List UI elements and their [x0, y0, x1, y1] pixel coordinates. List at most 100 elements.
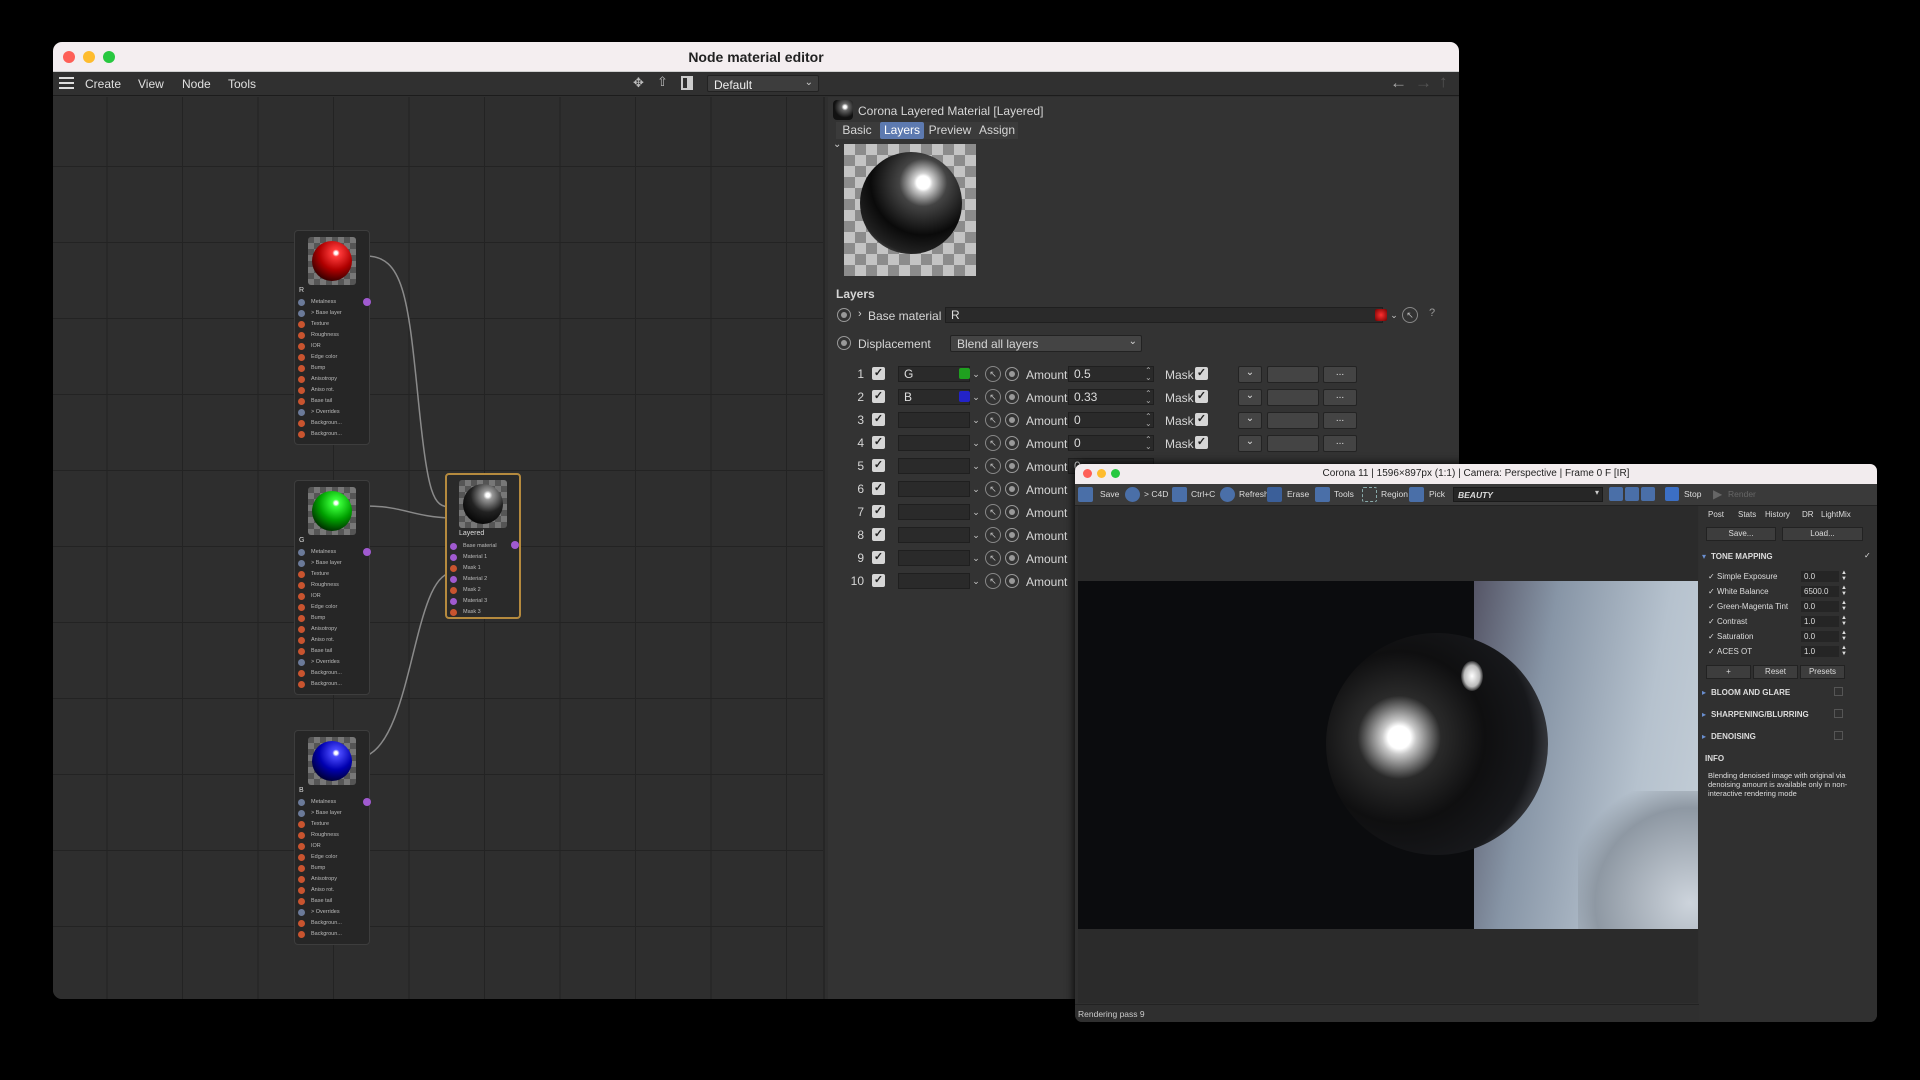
zoom-out-icon[interactable]: [1625, 487, 1639, 501]
pick-cursor-icon[interactable]: ↖: [985, 527, 1001, 543]
layer-enable-checkbox[interactable]: ✓: [872, 528, 885, 541]
layer-material-dropdown[interactable]: ⌄: [970, 481, 982, 497]
layer-material-dropdown[interactable]: ⌄: [970, 550, 982, 566]
pick-cursor-icon[interactable]: ↖: [985, 458, 1001, 474]
port[interactable]: Base tail: [295, 896, 369, 907]
save-preset-button[interactable]: Save...: [1706, 527, 1776, 541]
node-canvas[interactable]: R Metalness > Base layer Texture Roughne…: [53, 97, 825, 999]
port[interactable]: Base tail: [295, 646, 369, 657]
stepper-arrows-icon[interactable]: ▲ ▼: [1841, 570, 1847, 582]
layer-animate-radio[interactable]: [1005, 551, 1019, 565]
port[interactable]: Bump: [295, 363, 369, 374]
reset-button[interactable]: Reset: [1753, 665, 1798, 679]
menu-node[interactable]: Node: [182, 77, 211, 91]
expand-chevron-icon[interactable]: ›: [858, 308, 862, 320]
stepper-arrows-icon[interactable]: ⌃ ⌄: [1145, 390, 1152, 405]
sharpening-header[interactable]: SHARPENING/BLURRING: [1711, 710, 1809, 719]
region-icon[interactable]: [1362, 487, 1377, 502]
layer-animate-radio[interactable]: [1005, 459, 1019, 473]
param-value[interactable]: 1.0: [1801, 646, 1839, 657]
layer-animate-radio[interactable]: [1005, 528, 1019, 542]
port[interactable]: Texture: [295, 569, 369, 580]
pick-icon[interactable]: [1409, 487, 1424, 502]
port[interactable]: Backgroun...: [295, 418, 369, 429]
denoising-checkbox[interactable]: [1834, 731, 1843, 740]
port[interactable]: Edge color: [295, 852, 369, 863]
menu-view[interactable]: View: [138, 77, 164, 91]
mask-slot-button[interactable]: [1267, 412, 1319, 429]
port[interactable]: Aniso rot.: [295, 885, 369, 896]
layer-material-dropdown[interactable]: ⌄: [970, 504, 982, 520]
stepper-arrows-icon[interactable]: ⌃ ⌄: [1145, 436, 1152, 451]
more-options-button[interactable]: ...: [1323, 366, 1357, 383]
port[interactable]: Aniso rot.: [295, 635, 369, 646]
stepper-arrows-icon[interactable]: ▲ ▼: [1841, 600, 1847, 612]
port[interactable]: Backgroun...: [295, 918, 369, 929]
port[interactable]: Edge color: [295, 352, 369, 363]
port[interactable]: Anisotropy: [295, 374, 369, 385]
tab-history[interactable]: History: [1765, 510, 1790, 519]
port[interactable]: Metalness: [295, 297, 369, 308]
port[interactable]: Roughness: [295, 830, 369, 841]
port[interactable]: Base tail: [295, 396, 369, 407]
layer-animate-radio[interactable]: [1005, 390, 1019, 404]
param-value[interactable]: 1.0: [1801, 616, 1839, 627]
layer-material-dropdown[interactable]: ⌄: [970, 435, 982, 451]
expand-arrow-icon[interactable]: ▸: [1702, 688, 1706, 697]
port[interactable]: Backgroun...: [295, 929, 369, 940]
material-node-b[interactable]: B Metalness > Base layer Texture Roughne…: [294, 730, 371, 945]
more-options-button[interactable]: ...: [1323, 389, 1357, 406]
pick-button[interactable]: Pick: [1429, 489, 1445, 499]
port[interactable]: > Base layer: [295, 308, 369, 319]
stepper-arrows-icon[interactable]: ▲ ▼: [1841, 645, 1847, 657]
amount-field[interactable]: 0: [1068, 412, 1154, 428]
refresh-icon[interactable]: [1220, 487, 1235, 502]
layer-material-dropdown[interactable]: ⌄: [970, 389, 982, 405]
back-arrow-icon[interactable]: ←: [1390, 73, 1407, 93]
more-options-button[interactable]: ...: [1323, 435, 1357, 452]
port[interactable]: Aniso rot.: [295, 385, 369, 396]
mask-dropdown-button[interactable]: ⌄: [1238, 435, 1262, 452]
displacement-animate-radio[interactable]: [837, 336, 851, 350]
port[interactable]: IOR: [295, 841, 369, 852]
collapse-arrow-icon[interactable]: ▾: [1702, 552, 1706, 561]
c4d-icon[interactable]: [1125, 487, 1140, 502]
add-button[interactable]: +: [1706, 665, 1751, 679]
layer-material-field[interactable]: [898, 458, 970, 474]
layer-material-field[interactable]: [898, 481, 970, 497]
node-g-output-port[interactable]: [363, 548, 371, 556]
base-material-dropdown[interactable]: ⌄: [1388, 307, 1400, 323]
amount-field[interactable]: 0.33: [1068, 389, 1154, 405]
port[interactable]: Texture: [295, 819, 369, 830]
node-r-output-port[interactable]: [363, 298, 371, 306]
erase-icon[interactable]: [1267, 487, 1282, 502]
amount-field[interactable]: 0.5: [1068, 366, 1154, 382]
pick-cursor-icon[interactable]: ↖: [985, 550, 1001, 566]
port[interactable]: Mask 1: [447, 563, 519, 574]
port[interactable]: Roughness: [295, 580, 369, 591]
layer-material-field[interactable]: [898, 527, 970, 543]
zoom-fit-icon[interactable]: [1641, 487, 1655, 501]
port[interactable]: > Base layer: [295, 558, 369, 569]
port[interactable]: > Overrides: [295, 907, 369, 918]
tab-basic[interactable]: Basic: [836, 122, 878, 139]
up-arrow-icon[interactable]: ↑: [1439, 72, 1448, 92]
layer-material-field[interactable]: [898, 504, 970, 520]
material-node-r[interactable]: R Metalness > Base layer Texture Roughne…: [294, 230, 371, 445]
param-value[interactable]: 0.0: [1801, 601, 1839, 612]
pick-cursor-icon[interactable]: ↖: [1402, 307, 1418, 323]
layer-animate-radio[interactable]: [1005, 436, 1019, 450]
layer-material-field[interactable]: [898, 412, 970, 428]
fit-view-icon[interactable]: ⇧: [657, 74, 668, 90]
load-preset-button[interactable]: Load...: [1782, 527, 1863, 541]
denoising-header[interactable]: DENOISING: [1711, 732, 1756, 741]
param-checkbox[interactable]: ✓: [1708, 617, 1715, 626]
param-checkbox[interactable]: ✓: [1708, 632, 1715, 641]
pick-cursor-icon[interactable]: ↖: [985, 366, 1001, 382]
node-b-output-port[interactable]: [363, 798, 371, 806]
port[interactable]: Anisotropy: [295, 624, 369, 635]
port[interactable]: Backgroun...: [295, 668, 369, 679]
layer-enable-checkbox[interactable]: ✓: [872, 436, 885, 449]
layer-animate-radio[interactable]: [1005, 574, 1019, 588]
render-pass-select[interactable]: BEAUTY ▾: [1453, 487, 1603, 502]
